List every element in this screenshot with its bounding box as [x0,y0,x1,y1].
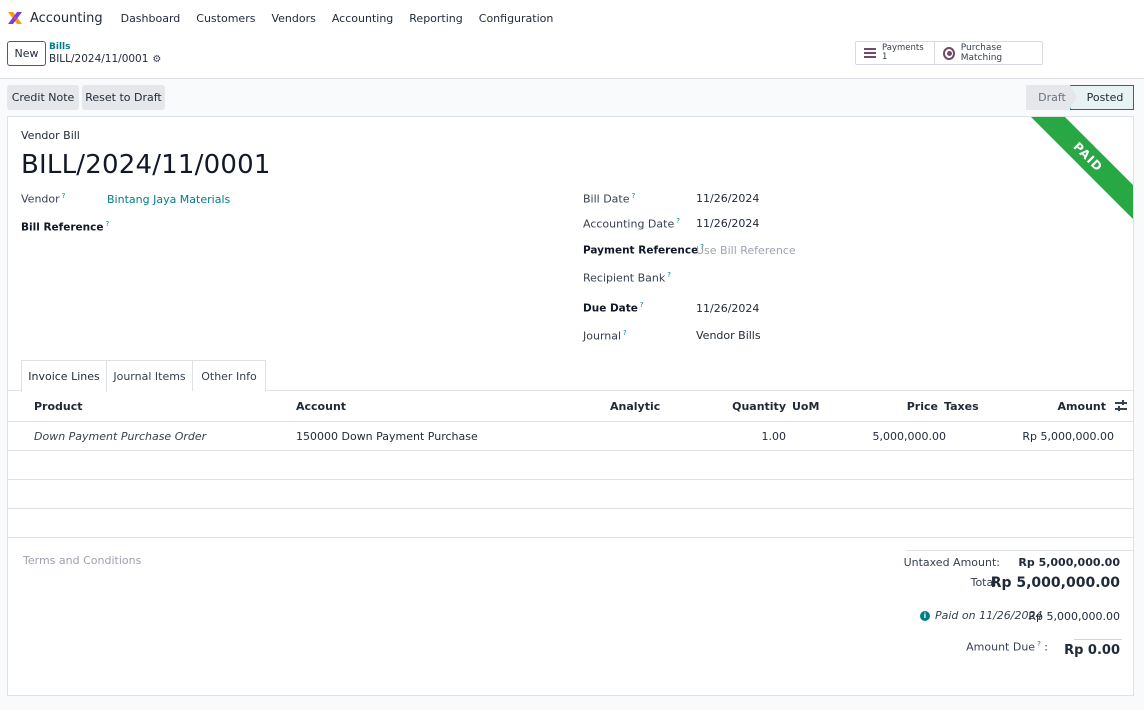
empty-row[interactable] [8,509,1133,538]
status-arrow [1070,85,1077,109]
empty-row[interactable] [8,451,1133,480]
bill-reference-label: Bill Reference? [21,220,110,234]
tab-invoice-lines[interactable]: Invoice Lines [21,360,107,392]
help-mark: ? [676,217,680,225]
paid-on-label: Paid on 11/26/2024 [935,609,1043,622]
app-title[interactable]: Accounting [30,11,103,26]
col-product[interactable]: Product [34,400,83,413]
menu-dashboard[interactable]: Dashboard [121,12,181,25]
col-account[interactable]: Account [296,400,346,413]
payments-count: 1 [882,52,888,62]
bill-date-label: Bill Date? [583,192,636,206]
row-price[interactable]: 5,000,000.00 [873,430,946,443]
bill-date-field[interactable]: 11/26/2024 [696,192,759,205]
help-mark: ? [61,192,66,200]
payments-label: Payments [882,43,924,53]
help-mark: ? [1037,640,1041,648]
column-settings-icon[interactable] [1115,400,1127,412]
row-quantity[interactable]: 1.00 [762,430,787,443]
breadcrumb-current: BILL/2024/11/0001 ⚙ [49,53,161,65]
due-date-label: Due Date? [583,301,644,315]
status-posted-label: Posted [1086,91,1124,104]
breadcrumb-current-label: BILL/2024/11/0001 [49,53,149,65]
accounting-app-icon[interactable] [7,10,23,26]
paid-info[interactable]: i Paid on 11/26/2024 [920,609,1043,622]
col-uom[interactable]: UoM [792,400,819,413]
bullseye-icon [943,46,955,60]
menu-vendors[interactable]: Vendors [271,12,315,25]
status-posted[interactable]: Posted [1070,85,1134,110]
paid-ribbon: PAID [1022,117,1133,223]
bars-icon [864,48,876,58]
tab-other-info[interactable]: Other Info [192,360,266,391]
table-row[interactable]: Down Payment Purchase Order 150000 Down … [8,422,1133,451]
journal-field[interactable]: Vendor Bills [696,329,761,342]
payments-smart-button[interactable]: Payments 1 [856,42,934,64]
journal-label: Journal? [583,329,627,343]
col-amount[interactable]: Amount [1058,400,1106,413]
col-taxes[interactable]: Taxes [944,400,979,413]
empty-row[interactable] [8,480,1133,509]
credit-note-button[interactable]: Credit Note [7,85,79,110]
menu-customers[interactable]: Customers [196,12,255,25]
vendor-label: Vendor? [21,192,66,206]
status-bar: Draft Posted [1026,85,1134,110]
notebook-tabs: Invoice Lines Journal Items Other Info [21,360,266,392]
totals-divider [906,550,1133,551]
help-mark: ? [639,301,644,309]
terms-and-conditions-field[interactable]: Terms and Conditions [23,554,141,567]
status-draft[interactable]: Draft [1026,85,1070,110]
untaxed-amount-value: Rp 5,000,000.00 [1018,556,1120,569]
row-account[interactable]: 150000 Down Payment Purchase [296,430,478,443]
untaxed-amount-label: Untaxed Amount: [903,556,1000,569]
reset-to-draft-button[interactable]: Reset to Draft [82,85,165,110]
col-price[interactable]: Price [907,400,938,413]
paid-on-value: Rp 5,000,000.00 [1028,610,1120,623]
payment-reference-field[interactable]: Use Bill Reference [696,244,796,257]
payment-reference-label: Payment Reference? [583,243,704,257]
table-header: Product Account Analytic Quantity UoM Pr… [8,391,1133,422]
col-quantity[interactable]: Quantity [732,400,786,413]
help-mark: ? [667,271,671,279]
top-navbar: Accounting Dashboard Customers Vendors A… [0,0,1144,36]
amount-due-label: Amount Due? : [966,640,1048,654]
document-kind: Vendor Bill [21,129,80,142]
col-analytic[interactable]: Analytic [610,400,660,413]
control-panel: New Bills BILL/2024/11/0001 ⚙ Payments 1… [0,36,1144,79]
form-sheet: PAID Vendor Bill BILL/2024/11/0001 Vendo… [7,116,1134,696]
recipient-bank-label: Recipient Bank? [583,271,671,285]
tab-journal-items[interactable]: Journal Items [106,360,193,391]
row-product[interactable]: Down Payment Purchase Order [34,430,206,443]
smart-buttons: Payments 1 Purchase Matching [855,41,1043,65]
purchase-matching-button[interactable]: Purchase Matching [934,42,1042,64]
purchase-matching-label: Purchase Matching [960,43,1003,63]
row-amount[interactable]: Rp 5,000,000.00 [1022,430,1114,443]
due-date-field[interactable]: 11/26/2024 [696,302,759,315]
menu-reporting[interactable]: Reporting [409,12,462,25]
amount-due-value: Rp 0.00 [1064,643,1120,658]
menu-accounting[interactable]: Accounting [332,12,393,25]
vendor-field[interactable]: Bintang Jaya Materials [107,193,230,206]
page-title: BILL/2024/11/0001 [21,150,271,180]
gear-icon[interactable]: ⚙ [152,54,161,65]
accounting-date-label: Accounting Date? [583,217,680,231]
help-mark: ? [105,220,110,228]
breadcrumb-bills[interactable]: Bills [49,42,70,52]
info-icon[interactable]: i [920,610,930,621]
help-mark: ? [631,192,636,200]
total-value: Rp 5,000,000.00 [990,575,1120,591]
amount-due-divider [1074,639,1122,640]
help-mark: ? [623,329,627,337]
new-button[interactable]: New [7,41,46,66]
menu-configuration[interactable]: Configuration [479,12,554,25]
accounting-date-field[interactable]: 11/26/2024 [696,217,759,230]
